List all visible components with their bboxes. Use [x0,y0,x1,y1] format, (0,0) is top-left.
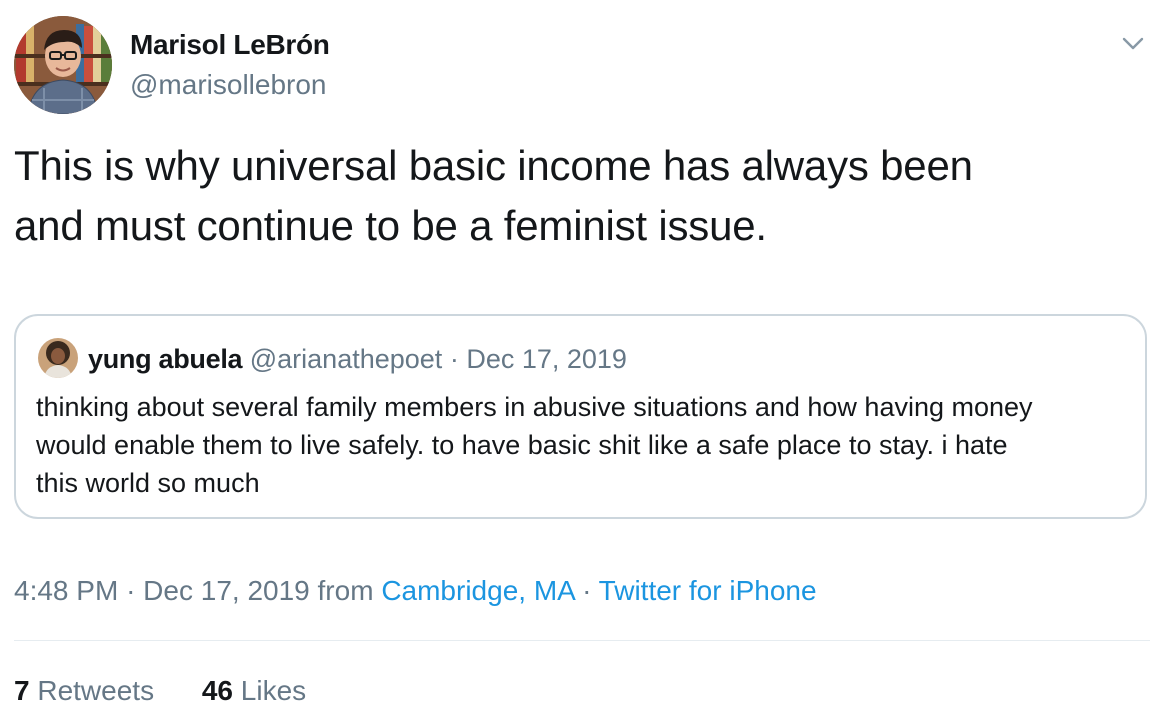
quoted-text-line: would enable them to live safely. to hav… [36,430,1008,460]
author-name[interactable]: Marisol LeBrón [130,28,330,62]
tweet: Marisol LeBrón @marisollebron This is wh… [0,0,1172,720]
tweet-date[interactable]: Dec 17, 2019 [143,575,310,606]
likes-stat[interactable]: 46 Likes [202,674,306,708]
quoted-author-handle: @arianathepoet [249,344,443,374]
retweets-count: 7 [14,675,30,706]
meta-separator: · [582,575,592,606]
quoted-tweet-date: Dec 17, 2019 [466,344,627,374]
tweet-text-line: and must continue to be a feminist issue… [14,202,767,249]
source-link[interactable]: Twitter for iPhone [599,575,817,606]
quoted-separator: · [449,344,459,374]
author-handle[interactable]: @marisollebron [130,68,327,102]
quoted-tweet-header: yung abuela @arianathepoet · Dec 17, 201… [88,342,627,376]
chevron-down-icon[interactable] [1120,30,1146,56]
quoted-author-name: yung abuela [88,344,243,374]
likes-label: Likes [240,675,307,706]
retweets-stat[interactable]: 7 Retweets [14,674,154,708]
location-link[interactable]: Cambridge, MA [381,575,574,606]
divider [14,640,1150,641]
retweets-label: Retweets [37,675,155,706]
tweet-text: This is why universal basic income has a… [14,136,1134,256]
quoted-author-avatar [38,338,78,378]
tweet-metadata: 4:48 PM · Dec 17, 2019 from Cambridge, M… [14,574,817,608]
likes-count: 46 [201,675,234,706]
tweet-stats: 7 Retweets 46 Likes [14,674,346,708]
quoted-tweet-card[interactable]: yung abuela @arianathepoet · Dec 17, 201… [14,314,1147,519]
meta-separator: · [126,575,136,606]
tweet-text-line: This is why universal basic income has a… [14,142,973,189]
quoted-tweet-text: thinking about several family members in… [36,388,1126,502]
author-avatar[interactable] [14,16,112,114]
quoted-text-line: this world so much [36,468,260,498]
tweet-time[interactable]: 4:48 PM [14,575,118,606]
quoted-text-line: thinking about several family members in… [36,392,1033,422]
from-label: from [317,575,374,606]
